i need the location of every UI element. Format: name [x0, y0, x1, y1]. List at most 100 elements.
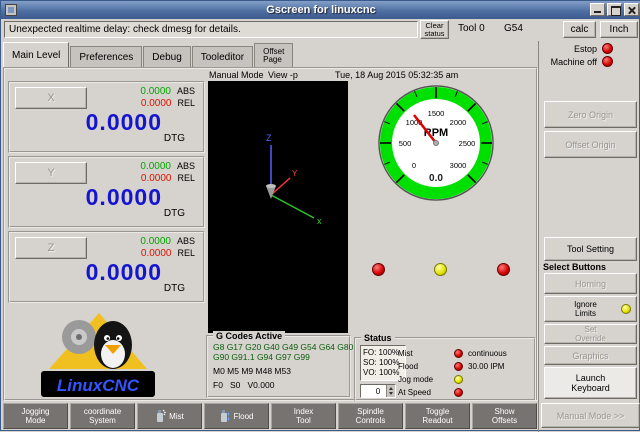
- bottom-toolbar: Jogging Mode coordinate System Mist Floo…: [1, 403, 538, 432]
- index-tool-button[interactable]: Index Tool: [271, 403, 336, 429]
- indicator-led-1: [372, 263, 385, 276]
- spindle-controls-button[interactable]: Spindle Controls: [338, 403, 403, 429]
- toggle-readout-button[interactable]: Toggle Readout: [405, 403, 470, 429]
- flood-button-label: Flood: [233, 412, 253, 421]
- rel-label: REL: [177, 173, 195, 183]
- titlebar[interactable]: Gscreen for linuxcnc: [1, 1, 640, 19]
- mist-button[interactable]: Mist: [137, 403, 202, 429]
- mode-label: Manual Mode: [209, 70, 264, 80]
- axis-x-abs-value: 0.0000: [140, 86, 171, 97]
- svg-text:0: 0: [412, 161, 416, 170]
- flood-led: [454, 362, 463, 371]
- axis-y-rel-row: 0.0000 REL: [141, 173, 195, 184]
- launch-keyboard-button[interactable]: Launch Keyboard: [544, 367, 637, 399]
- flood-button[interactable]: Flood: [204, 403, 269, 429]
- window-controls: [590, 3, 639, 16]
- velocity-override: VO: 100%: [363, 368, 403, 378]
- calc-button[interactable]: calc: [563, 21, 596, 38]
- dtg-label: DTG: [164, 283, 185, 294]
- linuxcnc-logo: LinuxCNC: [41, 305, 155, 397]
- flood-value: 30.00 IPM: [468, 362, 504, 371]
- ignore-limits-button[interactable]: Ignore Limits: [544, 296, 637, 322]
- main-panel: Manual Mode View -p Tue, 18 Aug 2015 05:…: [3, 67, 538, 401]
- axis-z-abs-row: 0.0000 ABS: [140, 236, 195, 247]
- indicator-led-3: [497, 263, 510, 276]
- jog-increment-spinbox[interactable]: 0: [360, 384, 396, 398]
- axis-z-abs-value: 0.0000: [140, 236, 171, 247]
- offset-origin-button[interactable]: Offset Origin: [544, 131, 637, 158]
- axis-z-dtg-value: 0.0000: [12, 259, 162, 286]
- select-buttons-label: Select Buttons: [543, 262, 606, 272]
- tab-main-level[interactable]: Main Level: [3, 42, 69, 67]
- mcode-line: M0 M5 M9 M48 M53: [213, 366, 291, 376]
- svg-text:1500: 1500: [428, 109, 445, 118]
- jog-mode-label: Jog mode: [398, 375, 433, 384]
- status-title: Status: [361, 333, 395, 343]
- axis-y-abs-value: 0.0000: [140, 161, 171, 172]
- window-menu-icon[interactable]: [5, 4, 17, 16]
- tab-offset-page[interactable]: Offset Page: [254, 43, 293, 67]
- ignore-limits-led: [621, 304, 631, 314]
- axis-y-button[interactable]: Y: [15, 162, 87, 184]
- fsv-line: F0 S0 V0.000: [213, 380, 274, 390]
- zero-origin-button[interactable]: Zero Origin: [544, 101, 637, 128]
- mist-label: Mist: [398, 349, 413, 358]
- set-override-button[interactable]: Set Override: [544, 324, 637, 344]
- spin-arrows-icon[interactable]: [386, 385, 395, 397]
- machine-off-label: Machine off: [551, 57, 597, 67]
- svg-text:2000: 2000: [450, 118, 467, 127]
- flood-label: Flood: [398, 362, 418, 371]
- abs-label: ABS: [177, 86, 195, 96]
- dtg-label: DTG: [164, 133, 185, 144]
- units-inch-button[interactable]: Inch: [600, 21, 638, 38]
- coordinate-system-button[interactable]: coordinate System: [70, 403, 135, 429]
- svg-text:Y: Y: [292, 169, 298, 178]
- gcode-line-1: G8 G17 G20 G40 G49 G54 G64 G80: [213, 342, 353, 352]
- svg-text:0.0: 0.0: [429, 173, 443, 184]
- status-message: Unexpected realtime delay: check dmesg f…: [4, 21, 418, 38]
- dtg-label: DTG: [164, 208, 185, 219]
- datetime-label: Tue, 18 Aug 2015 05:32:35 am: [335, 70, 458, 80]
- close-icon[interactable]: [624, 3, 639, 16]
- axis-x-abs-row: 0.0000 ABS: [140, 86, 195, 97]
- axis-z-group: Z 0.0000 ABS 0.0000 REL 0.0000 DTG: [8, 231, 205, 303]
- axis-x-button[interactable]: X: [15, 87, 87, 109]
- axes-origin-icon: Z Y x: [208, 81, 348, 333]
- notebook-tabs: Main Level Preferences Debug Tooleditor …: [3, 42, 294, 67]
- show-offsets-button[interactable]: Show Offsets: [472, 403, 537, 429]
- axis-z-rel-row: 0.0000 REL: [141, 248, 195, 259]
- gcode-line-2: G90 G91.1 G94 G97 G99: [213, 352, 310, 362]
- tab-debug[interactable]: Debug: [143, 46, 190, 67]
- minimize-icon[interactable]: [590, 3, 605, 16]
- tab-preferences[interactable]: Preferences: [70, 46, 142, 67]
- axis-z-rel-value: 0.0000: [141, 248, 172, 259]
- graphics-button[interactable]: Graphics: [544, 346, 637, 365]
- svg-text:Z: Z: [266, 133, 272, 143]
- clear-status-button[interactable]: Clear status: [420, 20, 449, 39]
- manual-mode-button[interactable]: Manual Mode >>: [541, 403, 640, 428]
- estop-indicator: Estop: [574, 43, 613, 54]
- mist-button-label: Mist: [169, 412, 184, 421]
- status-frame: Status FO: 100% SO: 100% VO: 100% 0 Mist…: [354, 337, 536, 401]
- tool-setting-button[interactable]: Tool Setting: [544, 237, 637, 261]
- spin-value: 0: [376, 387, 380, 396]
- jogging-mode-button[interactable]: Jogging Mode: [3, 403, 68, 429]
- mist-value: continuous: [468, 349, 507, 358]
- svg-text:LinuxCNC: LinuxCNC: [57, 376, 140, 395]
- axis-y-group: Y 0.0000 ABS 0.0000 REL 0.0000 DTG: [8, 156, 205, 228]
- homing-button[interactable]: Homing: [544, 273, 637, 294]
- coord-system-label: G54: [504, 23, 523, 34]
- abs-label: ABS: [177, 236, 195, 246]
- tab-tooleditor[interactable]: Tooleditor: [192, 46, 253, 67]
- axis-y-abs-row: 0.0000 ABS: [140, 161, 195, 172]
- estop-led: [602, 43, 613, 54]
- maximize-icon[interactable]: [607, 3, 622, 16]
- right-panel: Estop Machine off Zero Origin Offset Ori…: [538, 41, 640, 432]
- axis-x-group: X 0.0000 ABS 0.0000 REL 0.0000 DTG: [8, 81, 205, 153]
- gcodes-frame: G Codes Active G8 G17 G20 G40 G49 G54 G6…: [206, 335, 351, 398]
- axis-z-button[interactable]: Z: [15, 237, 87, 259]
- axis-x-rel-value: 0.0000: [141, 98, 172, 109]
- gremlin-3d-view[interactable]: Z Y x: [208, 81, 348, 333]
- machine-off-led: [602, 56, 613, 67]
- rel-label: REL: [177, 248, 195, 258]
